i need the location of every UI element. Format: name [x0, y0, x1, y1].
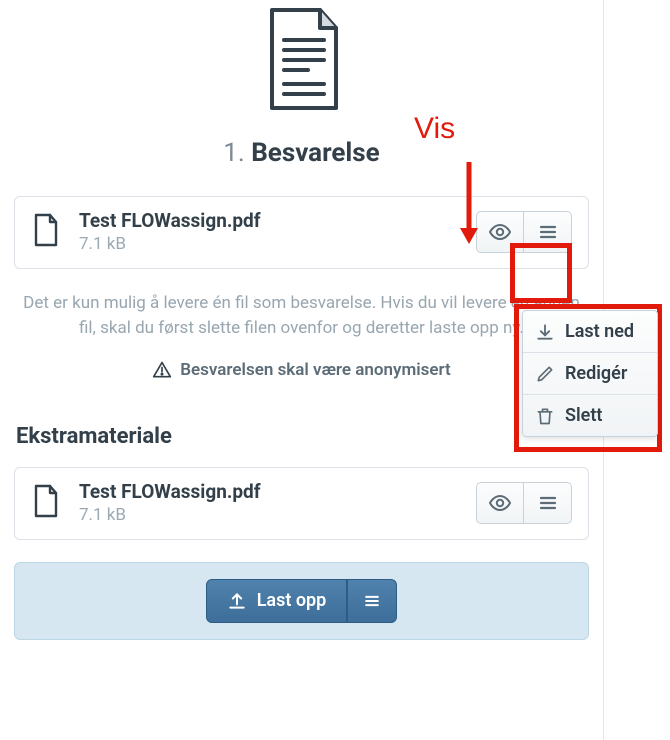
upload-menu-button[interactable]	[347, 579, 397, 623]
warning-icon	[152, 360, 172, 380]
help-text: Det er kun mulig å levere én fil som bes…	[20, 291, 583, 342]
menu-icon	[536, 220, 560, 244]
download-icon	[535, 322, 555, 342]
section-label: Besvarelse	[251, 138, 379, 168]
more-menu-button[interactable]	[524, 211, 572, 253]
dropdown-download[interactable]: Last ned	[523, 311, 657, 353]
file-name: Test FLOWassign.pdf	[79, 482, 458, 503]
file-icon	[31, 212, 61, 252]
dropdown-delete-label: Slett	[565, 405, 602, 426]
dropdown-edit[interactable]: Redigér	[523, 353, 657, 395]
dropdown-download-label: Last ned	[565, 321, 634, 342]
ekstra-heading: Ekstramateriale	[16, 424, 589, 449]
view-button[interactable]	[476, 482, 524, 524]
anonymize-warning: Besvarelsen skal være anonymisert	[14, 360, 589, 380]
upload-label: Last opp	[257, 590, 327, 611]
annotation-label: Vis	[414, 112, 455, 146]
file-actions	[476, 482, 572, 524]
file-size: 7.1 kB	[79, 234, 458, 254]
upload-bar: Last opp	[14, 562, 589, 640]
menu-icon	[362, 591, 382, 611]
upload-icon	[227, 591, 247, 611]
more-menu-button[interactable]	[524, 482, 572, 524]
eye-icon	[488, 491, 512, 515]
file-meta: Test FLOWassign.pdf 7.1 kB	[79, 211, 458, 254]
annotation-arrow-icon	[454, 158, 484, 246]
file-name: Test FLOWassign.pdf	[79, 211, 458, 232]
dropdown-edit-label: Redigér	[565, 363, 627, 384]
document-hero-icon	[14, 0, 589, 120]
trash-icon	[535, 406, 555, 426]
section-title: 1. Besvarelse	[14, 138, 589, 168]
file-actions	[476, 211, 572, 253]
file-icon	[31, 483, 61, 523]
anonymize-text: Besvarelsen skal være anonymisert	[180, 360, 451, 380]
main-panel: 1. Besvarelse Test FLOWassign.pdf 7.1 kB	[0, 0, 604, 740]
section-number: 1.	[223, 138, 244, 168]
file-dropdown-menu: Last ned Redigér Slett	[522, 310, 658, 437]
file-meta: Test FLOWassign.pdf 7.1 kB	[79, 482, 458, 525]
pencil-icon	[535, 364, 555, 384]
eye-icon	[488, 220, 512, 244]
besvarelse-file-card: Test FLOWassign.pdf 7.1 kB	[14, 196, 589, 269]
dropdown-delete[interactable]: Slett	[523, 395, 657, 436]
ekstra-file-card: Test FLOWassign.pdf 7.1 kB	[14, 467, 589, 540]
upload-button[interactable]: Last opp	[206, 579, 348, 623]
menu-icon	[536, 491, 560, 515]
file-size: 7.1 kB	[79, 505, 458, 525]
